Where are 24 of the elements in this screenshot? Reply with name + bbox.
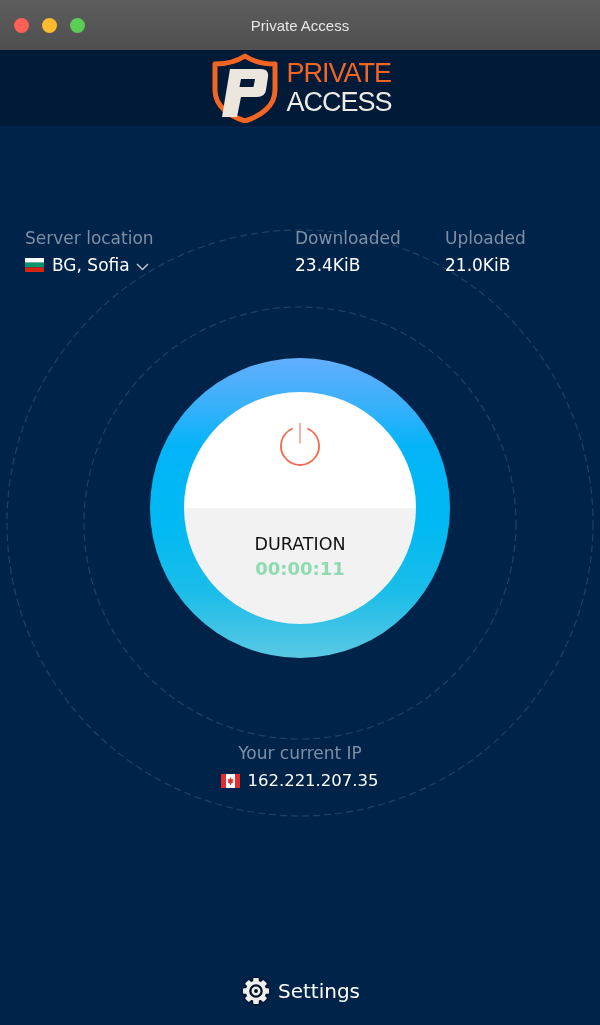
close-button[interactable] — [14, 17, 29, 33]
window-title: Private Access — [250, 16, 350, 34]
power-icon — [279, 422, 321, 467]
server-location-label: Server location — [25, 227, 155, 249]
logo-text: PRIVATE — [286, 59, 392, 88]
traffic-label: Uploaded — [445, 227, 527, 249]
current-ip-value: 162.221.207.35 — [247, 770, 379, 792]
settings-icon — [240, 975, 272, 1007]
chevron-down-icon — [135, 262, 149, 271]
duration-time: 00:00:11 — [255, 558, 345, 580]
minimize-button[interactable] — [42, 17, 57, 33]
traffic-value: 23.4KiB — [295, 254, 362, 277]
server-location-dropdown[interactable]: BG, Sofia — [25, 253, 149, 277]
traffic-value: 21.0KiB — [445, 254, 512, 277]
zoom-button[interactable] — [70, 17, 85, 33]
power-button[interactable] — [279, 422, 321, 467]
canada-flag-icon — [221, 774, 241, 788]
traffic-label: Downloaded — [295, 227, 402, 249]
logo-text: ACCESS — [286, 88, 392, 117]
shield-logo-icon — [210, 53, 281, 123]
settings-button[interactable]: Settings — [240, 974, 360, 1008]
duration-label: DURATION — [254, 533, 346, 555]
current-ip-label: Your current IP — [238, 742, 362, 764]
bulgaria-flag-icon — [25, 258, 44, 272]
